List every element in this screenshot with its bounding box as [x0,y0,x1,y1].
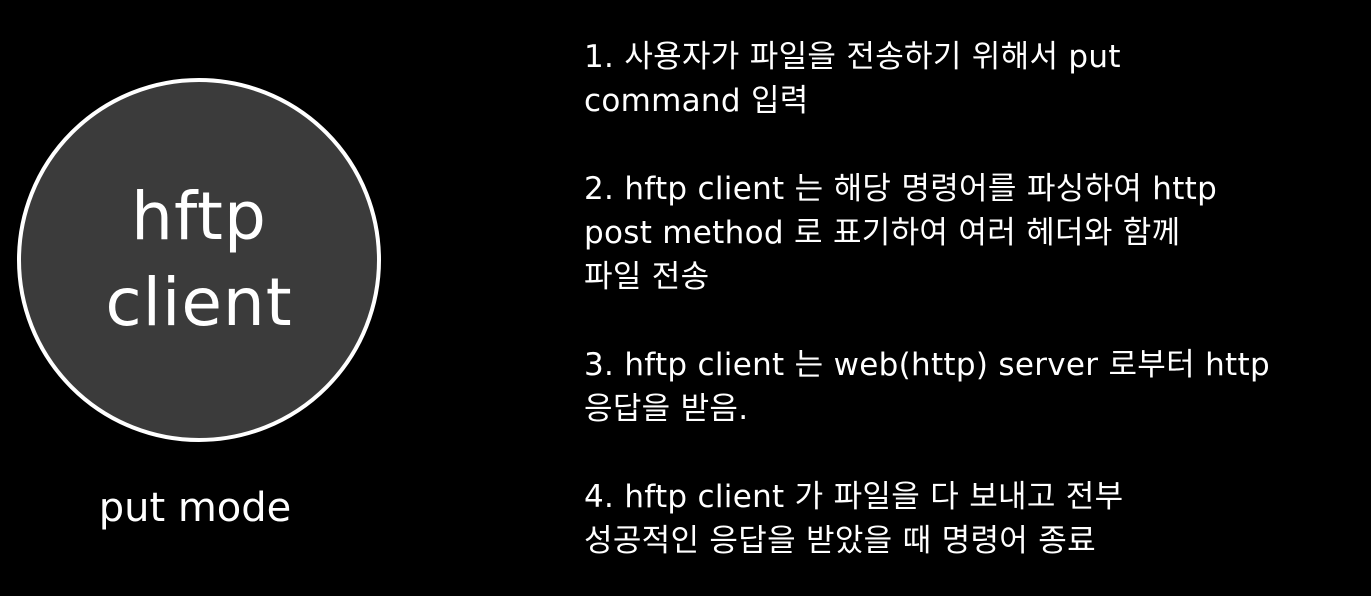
step-2-line-2: post method 로 표기하여 여러 헤더와 함께 [584,215,1181,251]
step-3: 3. hftp client 는 web(http) server 로부터 ht… [584,343,1354,431]
step-list: 1. 사용자가 파일을 전송하기 위해서 put command 입력 2. h… [584,35,1354,563]
step-3-line-2: 응답을 받음. [584,391,749,427]
step-3-line-1: 3. hftp client 는 web(http) server 로부터 ht… [584,347,1270,383]
step-4-line-2: 성공적인 응답을 받았을 때 명령어 종료 [584,523,1096,559]
step-2-line-3: 파일 전송 [584,259,710,295]
mode-label: put mode [98,485,292,531]
step-2: 2. hftp client 는 해당 명령어를 파싱하여 http post … [584,167,1354,299]
step-2-line-1: 2. hftp client 는 해당 명령어를 파싱하여 http [584,171,1218,207]
hftp-client-node: hftp client [17,78,381,442]
step-1: 1. 사용자가 파일을 전송하기 위해서 put command 입력 [584,35,1354,123]
step-1-line-1: 1. 사용자가 파일을 전송하기 위해서 put [584,39,1121,75]
step-4: 4. hftp client 가 파일을 다 보내고 전부 성공적인 응답을 받… [584,475,1354,563]
step-1-line-2: command 입력 [584,83,809,119]
step-4-line-1: 4. hftp client 가 파일을 다 보내고 전부 [584,479,1124,515]
node-label-line-1: hftp [131,178,267,255]
node-label-line-2: client [105,264,293,341]
